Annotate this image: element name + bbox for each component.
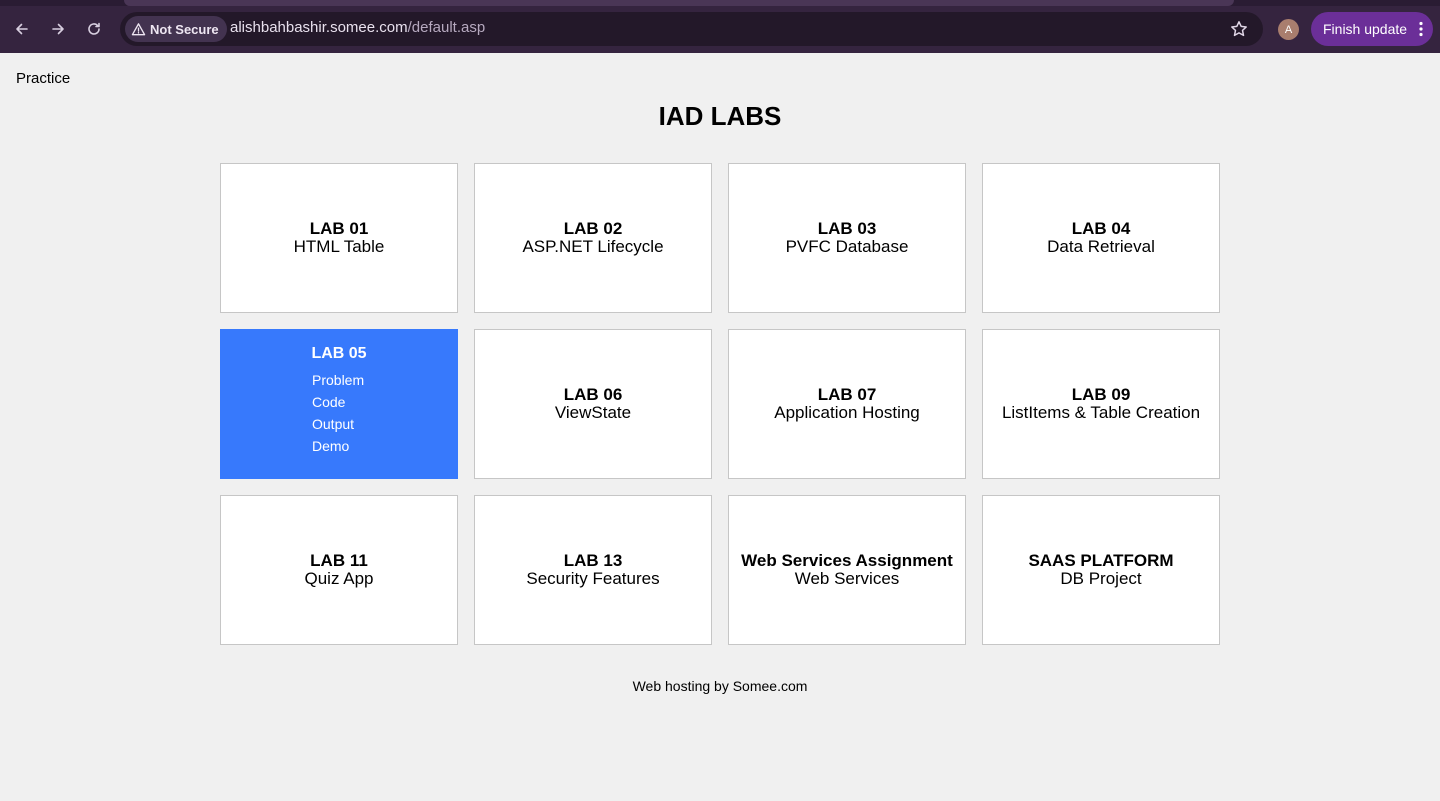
url-text[interactable]: alishbahbashir.somee.com/default.asp xyxy=(230,19,485,36)
lab-card-11[interactable]: LAB 11 Quiz App xyxy=(220,495,458,645)
lab-subtitle: Data Retrieval xyxy=(1047,237,1155,256)
lab-subtitle: Quiz App xyxy=(304,569,374,588)
lab-subtitle: ASP.NET Lifecycle xyxy=(522,237,664,256)
lab-subtitle: ListItems & Table Creation xyxy=(1001,403,1201,422)
lab-menu: Problem Code Output Demo xyxy=(221,369,457,457)
lab-title: SAAS PLATFORM xyxy=(1028,551,1174,570)
lab-title: LAB 03 xyxy=(817,219,877,238)
menu-item-output[interactable]: Output xyxy=(312,413,354,435)
finish-update-label: Finish update xyxy=(1323,21,1408,37)
lab-subtitle: HTML Table xyxy=(293,237,385,256)
forward-button[interactable] xyxy=(46,17,70,41)
lab-card-07[interactable]: LAB 07 Application Hosting xyxy=(728,329,966,479)
reload-icon xyxy=(88,22,100,35)
lab-card-01[interactable]: LAB 01 HTML Table xyxy=(220,163,458,313)
hosting-footer: Web hosting by Somee.com xyxy=(632,678,808,694)
lab-title: LAB 09 xyxy=(1071,385,1131,404)
security-label: Not Secure xyxy=(150,21,219,37)
saas-platform-card[interactable]: SAAS PLATFORM DB Project xyxy=(982,495,1220,645)
lab-subtitle: PVFC Database xyxy=(785,237,909,256)
menu-item-code[interactable]: Code xyxy=(312,391,345,413)
lab-title: LAB 13 xyxy=(563,551,623,570)
web-services-card[interactable]: Web Services Assignment Web Services xyxy=(728,495,966,645)
lab-title: LAB 04 xyxy=(1071,219,1131,238)
lab-card-06[interactable]: LAB 06 ViewState xyxy=(474,329,712,479)
lab-title: Web Services Assignment xyxy=(741,551,953,570)
lab-title: LAB 01 xyxy=(309,219,369,238)
warning-icon xyxy=(131,22,146,35)
lab-subtitle: DB Project xyxy=(1060,569,1142,588)
lab-title: LAB 06 xyxy=(563,385,623,404)
practice-link[interactable]: Practice xyxy=(16,70,70,87)
lab-title: LAB 07 xyxy=(817,385,877,404)
active-tab-edge xyxy=(124,0,1234,6)
lab-title: LAB 11 xyxy=(310,551,368,570)
lab-title: LAB 05 xyxy=(311,345,367,362)
browser-toolbar: Not Secure alishbahbashir.somee.com/defa… xyxy=(0,0,1440,53)
lab-title: LAB 02 xyxy=(563,219,623,238)
star-icon xyxy=(1231,21,1247,37)
arrow-right-icon xyxy=(52,23,64,35)
menu-item-problem[interactable]: Problem xyxy=(312,369,364,391)
lab-card-05[interactable]: LAB 05 Problem Code Output Demo xyxy=(220,329,458,479)
menu-item-demo[interactable]: Demo xyxy=(312,435,349,457)
arrow-left-icon xyxy=(16,23,28,35)
url-host: alishbahbashir.somee.com xyxy=(230,19,408,36)
lab-subtitle: Web Services xyxy=(794,569,900,588)
lab-card-04[interactable]: LAB 04 Data Retrieval xyxy=(982,163,1220,313)
lab-subtitle: ViewState xyxy=(554,403,632,422)
finish-update-button[interactable]: Finish update xyxy=(1311,12,1433,46)
lab-card-02[interactable]: LAB 02 ASP.NET Lifecycle xyxy=(474,163,712,313)
url-path: /default.asp xyxy=(407,19,486,36)
lab-subtitle: Application Hosting xyxy=(774,403,920,422)
lab-card-13[interactable]: LAB 13 Security Features xyxy=(474,495,712,645)
lab-subtitle: Security Features xyxy=(526,569,660,588)
back-button[interactable] xyxy=(10,17,34,41)
lab-card-09[interactable]: LAB 09 ListItems & Table Creation xyxy=(982,329,1220,479)
more-vert-icon xyxy=(1419,21,1423,37)
reload-button[interactable] xyxy=(82,17,106,41)
lab-card-03[interactable]: LAB 03 PVFC Database xyxy=(728,163,966,313)
page-title: IAD LABS xyxy=(658,101,782,131)
bookmark-button[interactable] xyxy=(1228,18,1250,40)
profile-avatar[interactable]: A xyxy=(1278,19,1299,40)
security-indicator[interactable]: Not Secure xyxy=(125,16,227,42)
